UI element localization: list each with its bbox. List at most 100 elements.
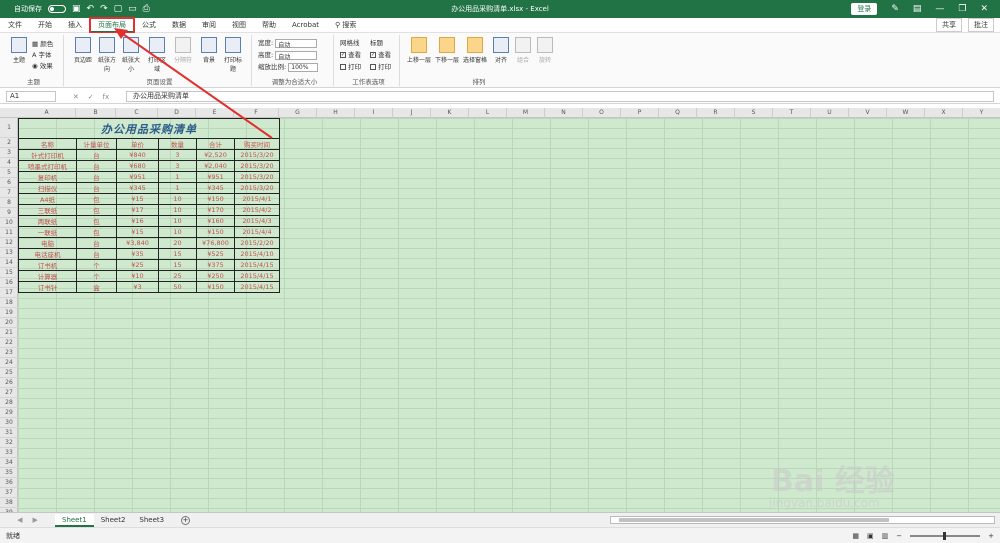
sheet-tab-2[interactable]: Sheet2 xyxy=(94,514,133,527)
row-header[interactable]: 3 xyxy=(0,148,18,158)
column-header[interactable]: C xyxy=(116,108,158,118)
table-cell[interactable]: ¥3,840 xyxy=(116,237,159,249)
table-cell[interactable]: 15 xyxy=(158,259,197,271)
table-cell[interactable]: 2015/4/1 xyxy=(234,193,280,205)
table-cell[interactable]: 计算器 xyxy=(18,270,77,282)
table-cell[interactable]: ¥15 xyxy=(116,193,159,205)
table-cell[interactable]: A4纸 xyxy=(18,193,77,205)
table-cell[interactable]: ¥375 xyxy=(196,259,235,271)
row-header[interactable]: 19 xyxy=(0,308,18,318)
row-header[interactable]: 22 xyxy=(0,338,18,348)
column-header[interactable]: G xyxy=(279,108,317,118)
row-header[interactable]: 26 xyxy=(0,378,18,388)
table-cell[interactable]: 个 xyxy=(76,270,117,282)
table-cell[interactable]: 电脑 xyxy=(18,237,77,249)
row-header[interactable]: 2 xyxy=(0,138,18,148)
redo-icon[interactable]: ↷ xyxy=(100,4,108,14)
column-header[interactable]: D xyxy=(158,108,196,118)
table-cell[interactable]: 台 xyxy=(76,248,117,260)
table-cell[interactable]: 包 xyxy=(76,226,117,238)
tab-file[interactable]: 文件 xyxy=(0,18,30,33)
column-header[interactable]: J xyxy=(393,108,431,118)
row-header[interactable]: 7 xyxy=(0,188,18,198)
page-layout-view-icon[interactable]: ▣ xyxy=(867,532,874,540)
column-header[interactable]: K xyxy=(431,108,469,118)
table-cell[interactable]: ¥525 xyxy=(196,248,235,260)
gridlines-print[interactable]: 打印 xyxy=(340,61,361,71)
header-cell[interactable]: 购买时间 xyxy=(234,138,280,150)
row-header[interactable]: 12 xyxy=(0,238,18,248)
column-header[interactable]: W xyxy=(887,108,925,118)
table-cell[interactable]: 1 xyxy=(158,171,197,183)
row-header[interactable]: 8 xyxy=(0,198,18,208)
scrollbar-thumb[interactable] xyxy=(619,518,889,522)
tab-help[interactable]: 帮助 xyxy=(254,18,284,33)
sheet-tab-3[interactable]: Sheet3 xyxy=(132,514,171,527)
table-cell[interactable]: 台 xyxy=(76,149,117,161)
header-cell[interactable]: 数量 xyxy=(158,138,197,150)
row-header[interactable]: 15 xyxy=(0,268,18,278)
column-header[interactable]: P xyxy=(621,108,659,118)
table-cell[interactable]: 25 xyxy=(158,270,197,282)
horizontal-scrollbar[interactable] xyxy=(610,516,995,524)
column-header[interactable]: M xyxy=(507,108,545,118)
tab-insert[interactable]: 插入 xyxy=(60,18,90,33)
print-titles-button[interactable]: 打印标题 xyxy=(222,37,244,73)
row-header[interactable]: 10 xyxy=(0,218,18,228)
row-header[interactable]: 32 xyxy=(0,438,18,448)
open-file-icon[interactable]: ▭ xyxy=(128,4,137,14)
column-header[interactable]: L xyxy=(469,108,507,118)
table-cell[interactable]: ¥2,040 xyxy=(196,160,235,172)
fonts-button[interactable]: A 字体 xyxy=(32,49,52,59)
table-cell[interactable]: 2015/3/20 xyxy=(234,149,280,161)
header-cell[interactable]: 合计 xyxy=(196,138,235,150)
align-button[interactable]: 对齐 xyxy=(490,37,512,64)
header-cell[interactable]: 单价 xyxy=(116,138,159,150)
column-header[interactable]: N xyxy=(545,108,583,118)
column-header[interactable]: H xyxy=(317,108,355,118)
column-header[interactable]: E xyxy=(196,108,234,118)
table-cell[interactable]: 2015/2/20 xyxy=(234,237,280,249)
header-cell[interactable]: 名称 xyxy=(18,138,77,150)
tab-view[interactable]: 视图 xyxy=(224,18,254,33)
table-cell[interactable]: ¥170 xyxy=(196,204,235,216)
row-header[interactable]: 25 xyxy=(0,368,18,378)
row-header[interactable]: 30 xyxy=(0,418,18,428)
table-cell[interactable]: ¥15 xyxy=(116,226,159,238)
table-cell[interactable]: ¥150 xyxy=(196,281,235,293)
column-header[interactable]: F xyxy=(234,108,279,118)
login-button[interactable]: 登录 xyxy=(851,3,878,15)
print-preview-icon[interactable]: ⎙ xyxy=(143,4,150,14)
formula-input[interactable]: 办公用品采购清单 xyxy=(126,91,994,102)
row-header[interactable]: 37 xyxy=(0,488,18,498)
effects-button[interactable]: ◉ 效果 xyxy=(32,60,53,70)
colors-button[interactable]: ▦ 颜色 xyxy=(32,38,53,48)
table-cell[interactable]: 2015/4/2 xyxy=(234,204,280,216)
row-header[interactable]: 27 xyxy=(0,388,18,398)
table-cell[interactable]: 扫描仪 xyxy=(18,182,77,194)
tab-review[interactable]: 审阅 xyxy=(194,18,224,33)
table-cell[interactable]: ¥160 xyxy=(196,215,235,227)
zoom-knob[interactable] xyxy=(943,531,947,540)
background-button[interactable]: 背景 xyxy=(198,37,220,64)
column-header[interactable]: U xyxy=(811,108,849,118)
group-button[interactable]: 组合 xyxy=(512,37,534,64)
row-header[interactable]: 18 xyxy=(0,298,18,308)
orientation-button[interactable]: 纸张方向 xyxy=(96,37,118,73)
column-header[interactable]: Y xyxy=(963,108,1000,118)
row-header[interactable]: 11 xyxy=(0,228,18,238)
table-cell[interactable]: 2015/3/20 xyxy=(234,160,280,172)
table-cell[interactable]: 三联纸 xyxy=(18,204,77,216)
share-button[interactable]: 共享 xyxy=(936,18,962,32)
row-header[interactable]: 36 xyxy=(0,478,18,488)
table-cell[interactable]: 订书针 xyxy=(18,281,77,293)
table-cell[interactable]: 盒 xyxy=(76,281,117,293)
column-header[interactable]: B xyxy=(76,108,116,118)
table-cell[interactable]: 个 xyxy=(76,259,117,271)
table-cell[interactable]: ¥76,800 xyxy=(196,237,235,249)
column-header[interactable]: T xyxy=(773,108,811,118)
table-cell[interactable]: 包 xyxy=(76,204,117,216)
table-cell[interactable]: 台 xyxy=(76,160,117,172)
page-break-view-icon[interactable]: ▥ xyxy=(882,532,889,540)
search-box[interactable]: ⚲ 搜索 xyxy=(327,18,364,33)
